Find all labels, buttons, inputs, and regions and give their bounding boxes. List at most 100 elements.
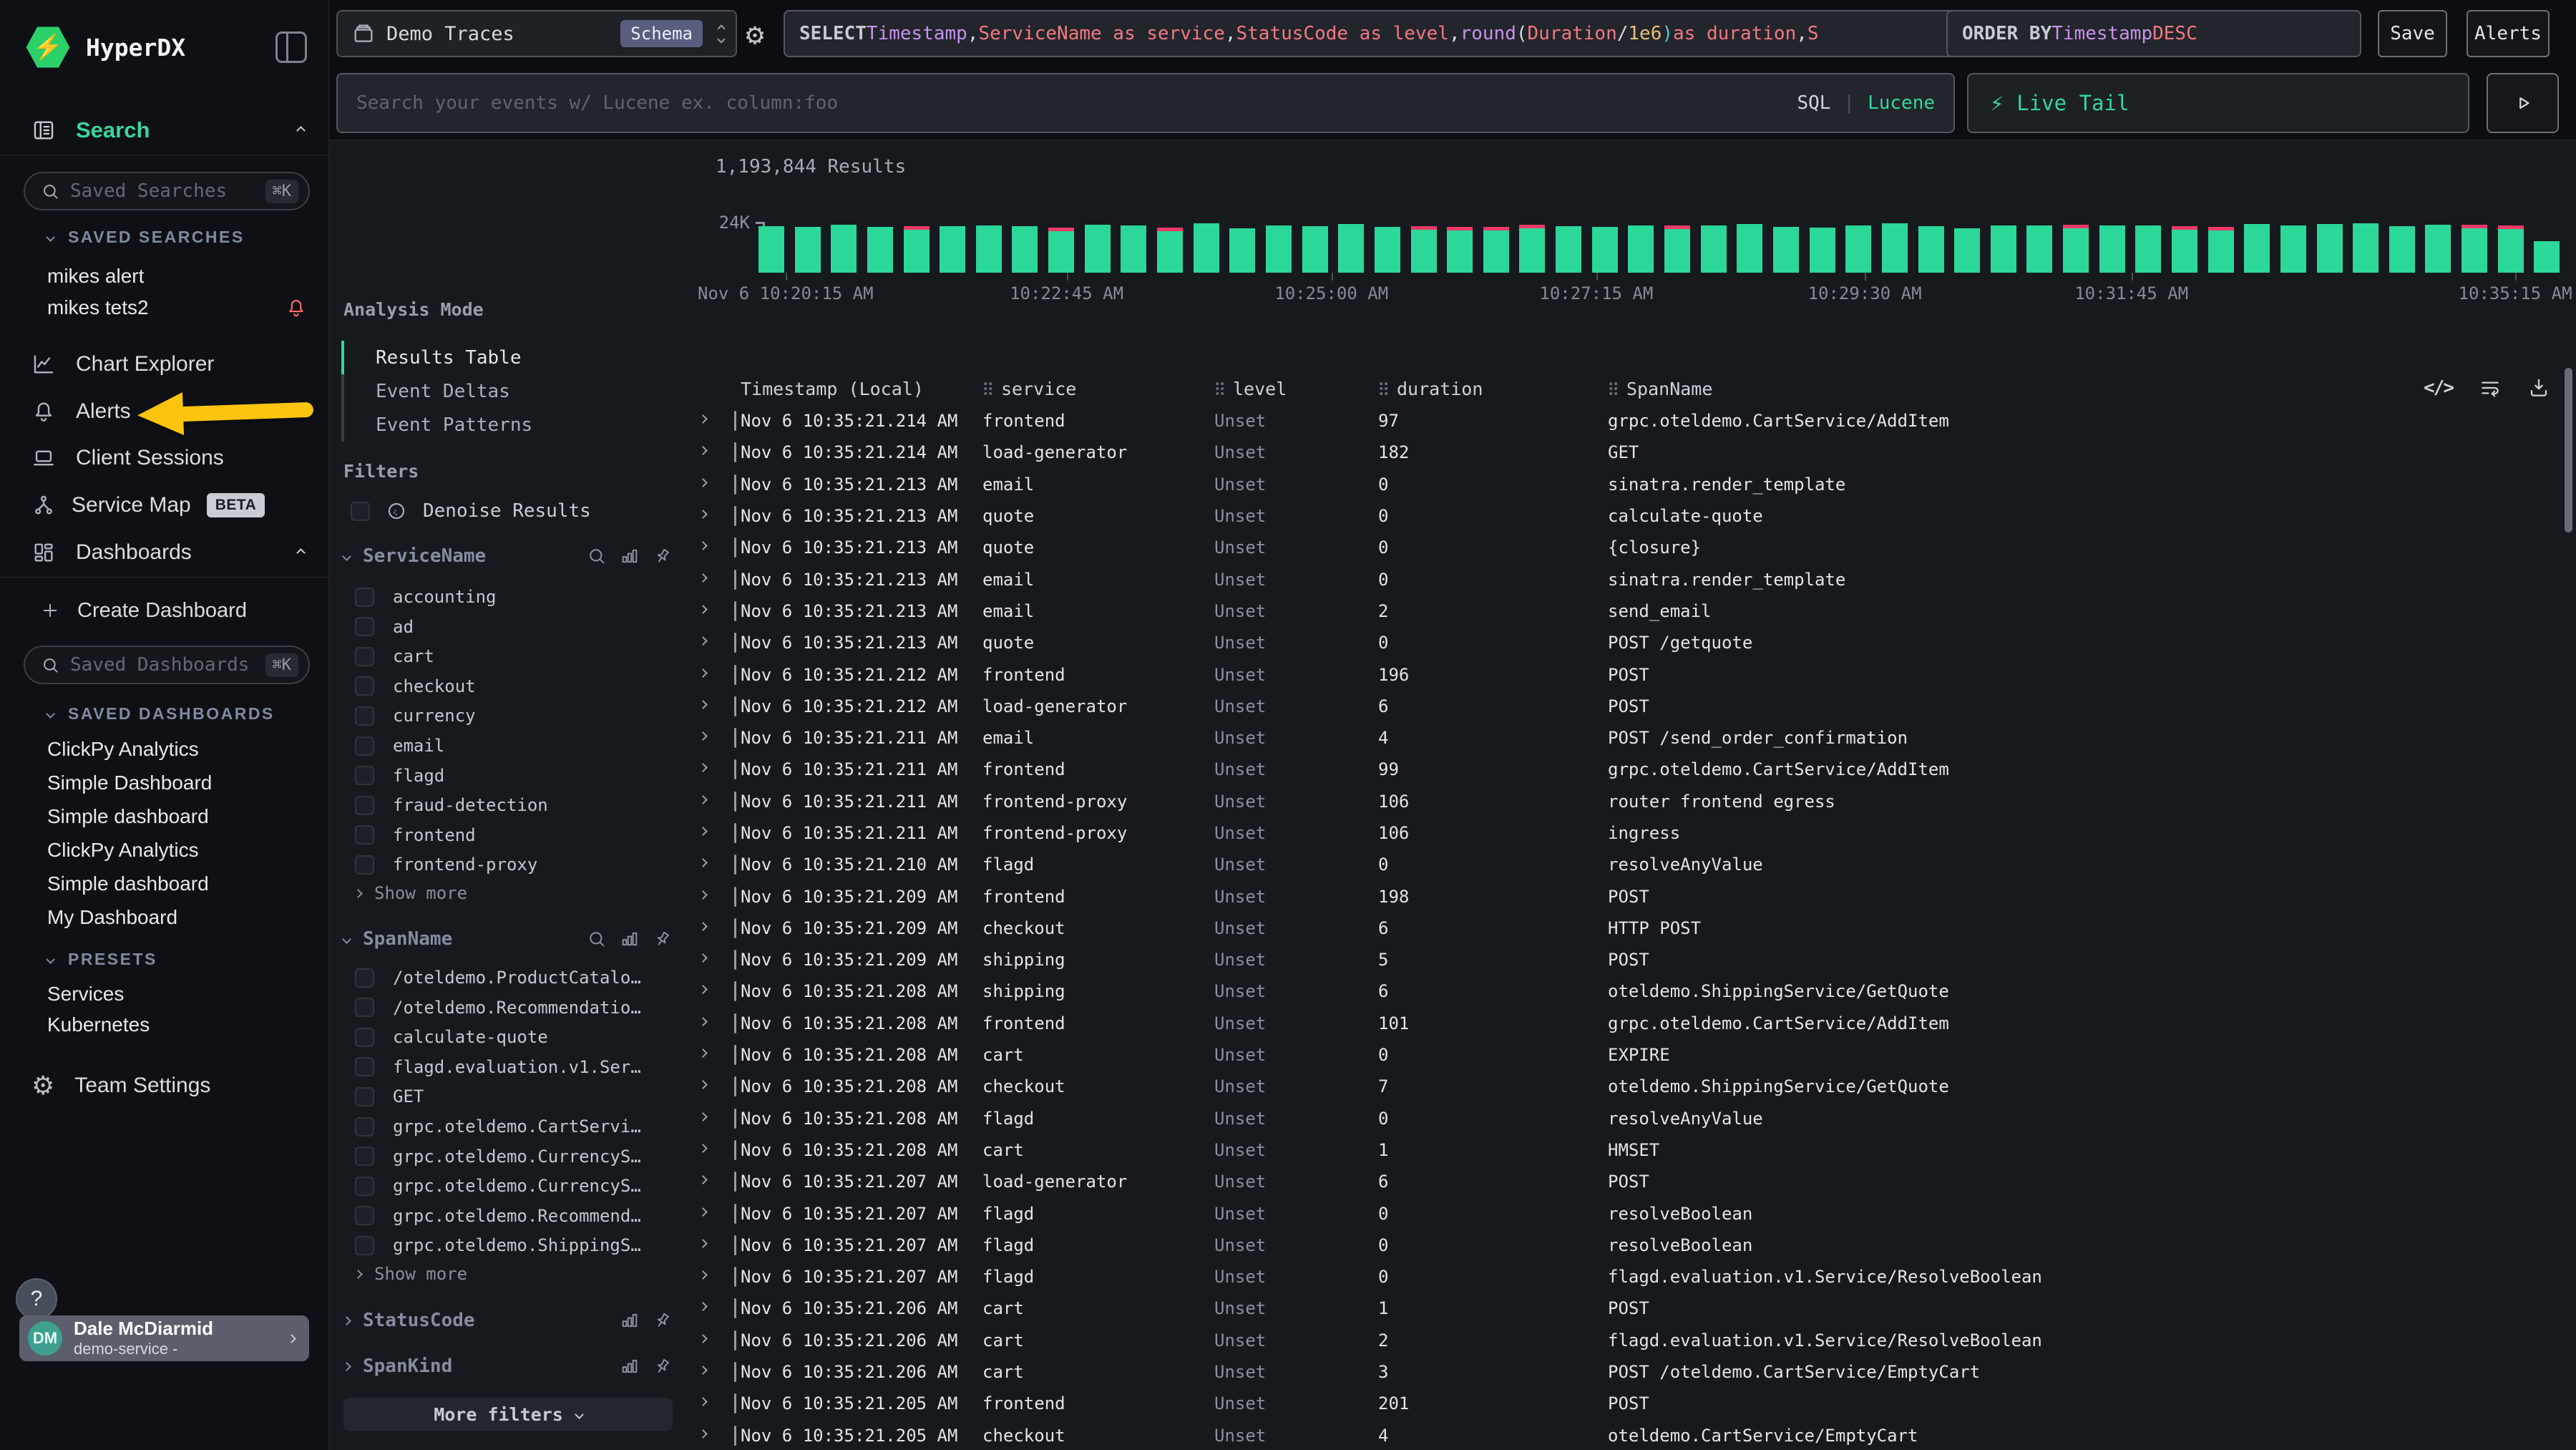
saved-search-item[interactable]: mikes tets2 [47, 293, 307, 322]
bar-chart-icon[interactable] [620, 1356, 640, 1376]
table-row[interactable]: Nov 6 10:35:21.205 AMcheckoutUnset4oteld… [687, 1420, 2576, 1450]
filter-group-servicename[interactable]: ServiceName [343, 541, 673, 571]
table-row[interactable]: Nov 6 10:35:21.214 AMfrontendUnset97grpc… [687, 405, 2576, 437]
saved-dashboards-header[interactable]: SAVED DASHBOARDS [47, 704, 275, 724]
row-expander[interactable] [687, 913, 741, 944]
row-expander[interactable] [687, 1388, 741, 1419]
column-header-level[interactable]: level [1214, 379, 1378, 399]
checkbox[interactable] [355, 1177, 374, 1196]
spanname-option[interactable]: grpc.oteldemo.CartServi… [355, 1112, 675, 1141]
checkbox[interactable] [355, 588, 374, 607]
table-row[interactable]: Nov 6 10:35:21.212 AMfrontendUnset196POS… [687, 658, 2576, 690]
table-row[interactable]: Nov 6 10:35:21.213 AMemailUnset2send_ema… [687, 595, 2576, 627]
checkbox[interactable] [351, 502, 370, 521]
checkbox[interactable] [355, 766, 374, 785]
pin-icon[interactable] [649, 1307, 677, 1335]
sidebar-item-alerts[interactable]: Alerts [0, 389, 328, 434]
table-row[interactable]: Nov 6 10:35:21.211 AMfrontend-proxyUnset… [687, 817, 2576, 849]
servicename-option[interactable]: frontend [355, 821, 675, 850]
table-row[interactable]: Nov 6 10:35:21.208 AMshippingUnset6oteld… [687, 975, 2576, 1007]
spanname-option[interactable]: flagd.evaluation.v1.Ser… [355, 1053, 675, 1081]
servicename-show-more[interactable]: Show more [355, 880, 467, 906]
row-expander[interactable] [687, 1420, 741, 1450]
checkbox[interactable] [355, 1117, 374, 1137]
servicename-option[interactable]: currency [355, 701, 675, 730]
servicename-option[interactable]: flagd [355, 762, 675, 790]
table-row[interactable]: Nov 6 10:35:21.214 AMload-generatorUnset… [687, 437, 2576, 468]
servicename-option[interactable]: cart [355, 642, 675, 671]
sidebar-item-chart-explorer[interactable]: Chart Explorer [0, 341, 328, 387]
saved-dashboard-item[interactable]: Simple dashboard [47, 802, 307, 831]
sidebar-item-service-map[interactable]: Service Map BETA [0, 482, 328, 528]
row-expander[interactable] [687, 563, 741, 595]
table-row[interactable]: Nov 6 10:35:21.206 AMcartUnset1POST [687, 1293, 2576, 1324]
column-header-timestamp[interactable]: Timestamp (Local) [741, 379, 982, 399]
vertical-scrollbar[interactable] [2565, 368, 2572, 532]
bar-chart-icon[interactable] [620, 929, 640, 949]
table-row[interactable]: Nov 6 10:35:21.207 AMflagdUnset0resolveB… [687, 1230, 2576, 1261]
source-settings-gear-icon[interactable]: ⚙ [737, 10, 773, 57]
row-expander[interactable] [687, 1103, 741, 1134]
table-row[interactable]: Nov 6 10:35:21.211 AMfrontend-proxyUnset… [687, 786, 2576, 817]
spanname-option[interactable]: grpc.oteldemo.Recommend… [355, 1202, 675, 1230]
table-row[interactable]: Nov 6 10:35:21.209 AMcheckoutUnset6HTTP … [687, 913, 2576, 944]
events-histogram[interactable] [758, 223, 2560, 273]
row-expander[interactable] [687, 1325, 741, 1356]
table-row[interactable]: Nov 6 10:35:21.206 AMcartUnset2flagd.eva… [687, 1325, 2576, 1356]
checkbox[interactable] [355, 1236, 374, 1255]
saved-dashboard-item[interactable]: ClickPy Analytics [47, 735, 307, 764]
row-expander[interactable] [687, 469, 741, 500]
checkbox[interactable] [355, 1147, 374, 1166]
row-expander[interactable] [687, 437, 741, 468]
saved-search-item[interactable]: mikes alert [47, 262, 307, 291]
filter-group-statuscode[interactable]: StatusCode [343, 1305, 673, 1335]
pin-icon[interactable] [649, 542, 677, 570]
row-expander[interactable] [687, 1230, 741, 1261]
search-input[interactable]: Search your events w/ Lucene ex. column:… [336, 73, 1955, 133]
sidebar-item-client-sessions[interactable]: Client Sessions [0, 435, 328, 481]
pin-icon[interactable] [649, 925, 677, 953]
row-expander[interactable] [687, 722, 741, 754]
checkbox[interactable] [355, 998, 374, 1017]
servicename-option[interactable]: checkout [355, 672, 675, 701]
row-expander[interactable] [687, 595, 741, 627]
help-button[interactable]: ? [16, 1278, 57, 1320]
checkbox[interactable] [355, 1028, 374, 1047]
table-row[interactable]: Nov 6 10:35:21.207 AMflagdUnset0flagd.ev… [687, 1261, 2576, 1293]
checkbox[interactable] [355, 647, 374, 666]
filter-group-spanname[interactable]: SpanName [343, 924, 673, 954]
checkbox[interactable] [355, 617, 374, 636]
row-expander[interactable] [687, 754, 741, 785]
row-expander[interactable] [687, 500, 741, 532]
row-expander[interactable] [687, 627, 741, 658]
checkbox[interactable] [355, 1057, 374, 1076]
row-expander[interactable] [687, 1356, 741, 1388]
presets-header[interactable]: PRESETS [47, 950, 157, 969]
bar-chart-icon[interactable] [620, 546, 640, 566]
saved-searches-input[interactable]: Saved Searches ⌘K [24, 172, 310, 210]
checkbox[interactable] [355, 706, 374, 726]
live-tail-button[interactable]: ⚡ Live Tail [1967, 73, 2469, 133]
saved-searches-header[interactable]: SAVED SEARCHES [47, 228, 245, 247]
row-expander[interactable] [687, 1134, 741, 1166]
analysis-tab-event-deltas[interactable]: Event Deltas [341, 374, 670, 408]
drag-handle-icon[interactable] [982, 381, 992, 396]
row-expander[interactable] [687, 691, 741, 722]
bar-chart-icon[interactable] [620, 1310, 640, 1330]
denoise-results-toggle[interactable]: Denoise Results [351, 497, 673, 525]
preset-item[interactable]: Kubernetes [47, 1011, 307, 1039]
create-dashboard-button[interactable]: Create Dashboard [0, 590, 328, 631]
checkbox[interactable] [355, 796, 374, 815]
save-button[interactable]: Save [2378, 10, 2447, 57]
table-row[interactable]: Nov 6 10:35:21.208 AMcheckoutUnset7oteld… [687, 1071, 2576, 1102]
row-expander[interactable] [687, 1008, 741, 1039]
table-row[interactable]: Nov 6 10:35:21.207 AMflagdUnset0resolveB… [687, 1197, 2576, 1229]
download-icon[interactable] [2527, 376, 2550, 399]
spanname-option[interactable]: grpc.oteldemo.CurrencyS… [355, 1172, 675, 1200]
spanname-option[interactable]: GET [355, 1082, 675, 1111]
drag-handle-icon[interactable] [1378, 381, 1388, 396]
table-row[interactable]: Nov 6 10:35:21.211 AMemailUnset4POST /se… [687, 722, 2576, 754]
row-expander[interactable] [687, 786, 741, 817]
row-expander[interactable] [687, 817, 741, 849]
user-menu[interactable]: DM Dale McDiarmid demo-service - [19, 1315, 309, 1361]
